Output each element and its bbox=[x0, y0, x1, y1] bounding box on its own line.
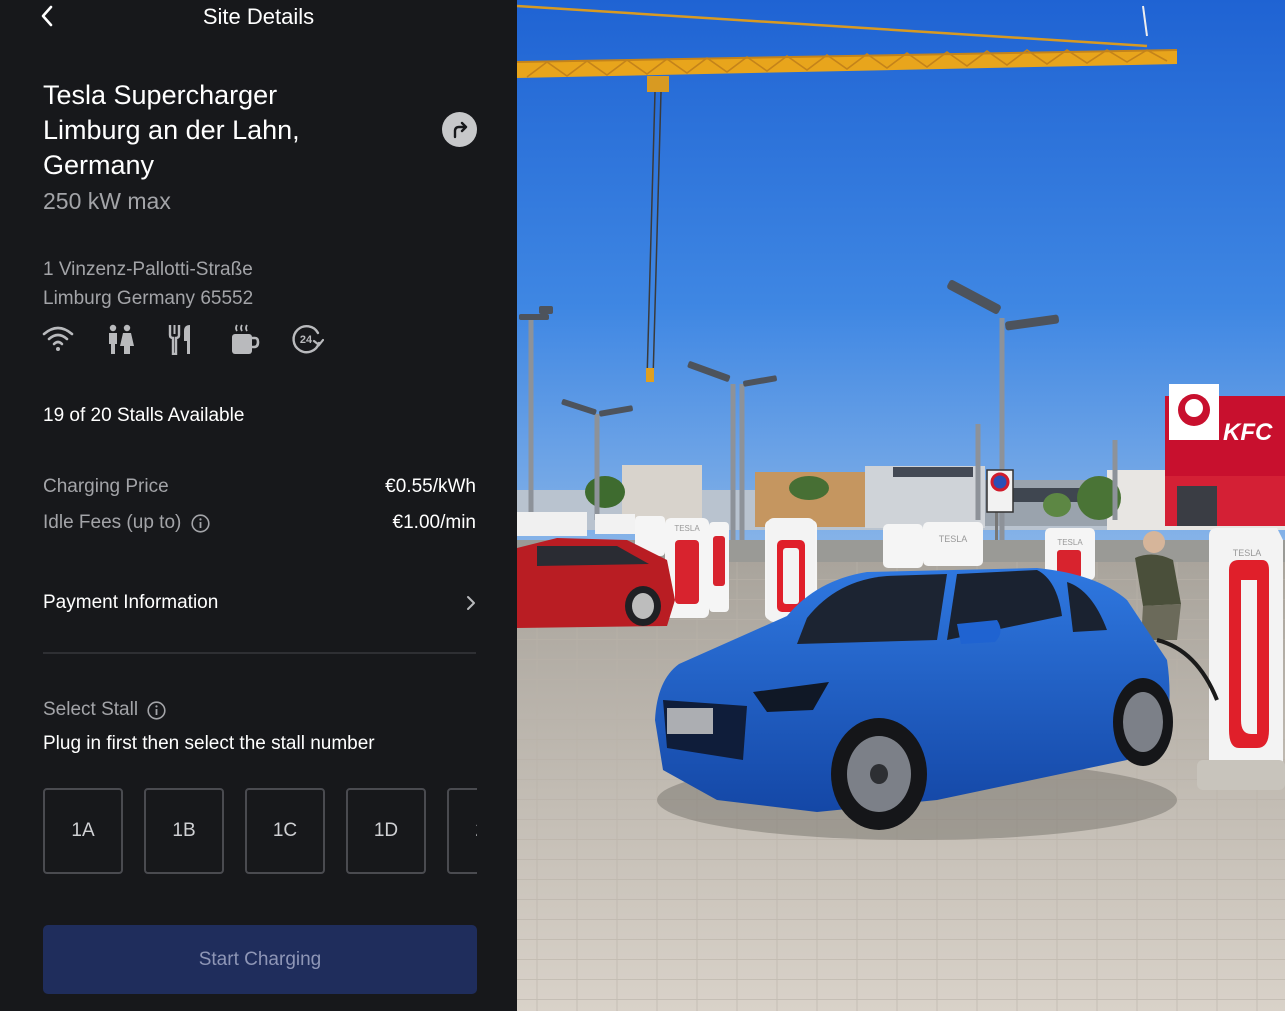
address-line-1: 1 Vinzenz-Pallotti-Straße bbox=[43, 259, 253, 280]
idle-fees-label: Idle Fees (up to) bbox=[43, 512, 182, 533]
site-address: 1 Vinzenz-Pallotti-Straße Limburg German… bbox=[43, 255, 253, 313]
wifi-icon bbox=[42, 322, 104, 356]
info-icon[interactable] bbox=[191, 513, 210, 533]
navigate-button[interactable] bbox=[442, 112, 477, 147]
svg-text:TESLA: TESLA bbox=[1233, 548, 1262, 558]
stall-button-1c[interactable]: 1C bbox=[245, 788, 325, 874]
svg-text:TESLA: TESLA bbox=[939, 534, 968, 544]
stall-button-2a[interactable]: 2A bbox=[447, 788, 477, 874]
charging-price-value: €0.55/kWh bbox=[385, 476, 476, 497]
idle-fees-label-group: Idle Fees (up to) bbox=[43, 512, 210, 534]
kfc-sign: KFC bbox=[1223, 419, 1273, 446]
stall-selector[interactable]: 1A 1B 1C 1D 2A bbox=[43, 788, 477, 874]
cafe-icon bbox=[228, 322, 290, 356]
idle-fees-row: Idle Fees (up to) €1.00/min bbox=[43, 512, 476, 534]
open-24h-icon: 24 bbox=[290, 322, 352, 356]
stall-button-1a[interactable]: 1A bbox=[43, 788, 123, 874]
select-stall-hint: Plug in first then select the stall numb… bbox=[43, 733, 375, 754]
payment-information-label: Payment Information bbox=[43, 592, 219, 613]
address-line-2: Limburg Germany 65552 bbox=[43, 288, 254, 309]
stall-availability: 19 of 20 Stalls Available bbox=[43, 405, 245, 426]
charging-price-label: Charging Price bbox=[43, 476, 169, 497]
idle-fees-value: €1.00/min bbox=[392, 512, 476, 533]
chevron-right-icon bbox=[467, 596, 475, 610]
restaurant-icon bbox=[166, 322, 228, 356]
site-details-panel: Site Details Tesla Supercharger Limburg … bbox=[0, 0, 517, 1011]
svg-text:TESLA: TESLA bbox=[674, 524, 700, 533]
charging-price-row: Charging Price €0.55/kWh bbox=[43, 476, 476, 498]
tesla-charger-foreground: TESLA bbox=[1197, 528, 1285, 790]
page-title: Site Details bbox=[202, 4, 315, 29]
svg-text:TESLA: TESLA bbox=[1057, 538, 1083, 547]
site-photo: KFC TESLA TESLA TESLA TESLA bbox=[517, 0, 1285, 1011]
stall-button-1b[interactable]: 1B bbox=[144, 788, 224, 874]
navigate-arrow-icon bbox=[453, 121, 467, 138]
site-max-power: 250 kW max bbox=[43, 188, 171, 214]
select-stall-label-group: Select Stall bbox=[43, 699, 166, 721]
info-icon[interactable] bbox=[147, 700, 166, 720]
section-divider bbox=[43, 652, 476, 654]
site-name: Tesla Supercharger Limburg an der Lahn, … bbox=[43, 80, 300, 180]
start-charging-button[interactable]: Start Charging bbox=[43, 925, 477, 994]
restroom-icon bbox=[104, 322, 166, 356]
stall-button-1d[interactable]: 1D bbox=[346, 788, 426, 874]
amenities-row: 24 bbox=[42, 322, 352, 356]
payment-information-row[interactable]: Payment Information bbox=[43, 586, 476, 620]
select-stall-label: Select Stall bbox=[43, 699, 139, 720]
svg-text:24: 24 bbox=[300, 334, 313, 346]
